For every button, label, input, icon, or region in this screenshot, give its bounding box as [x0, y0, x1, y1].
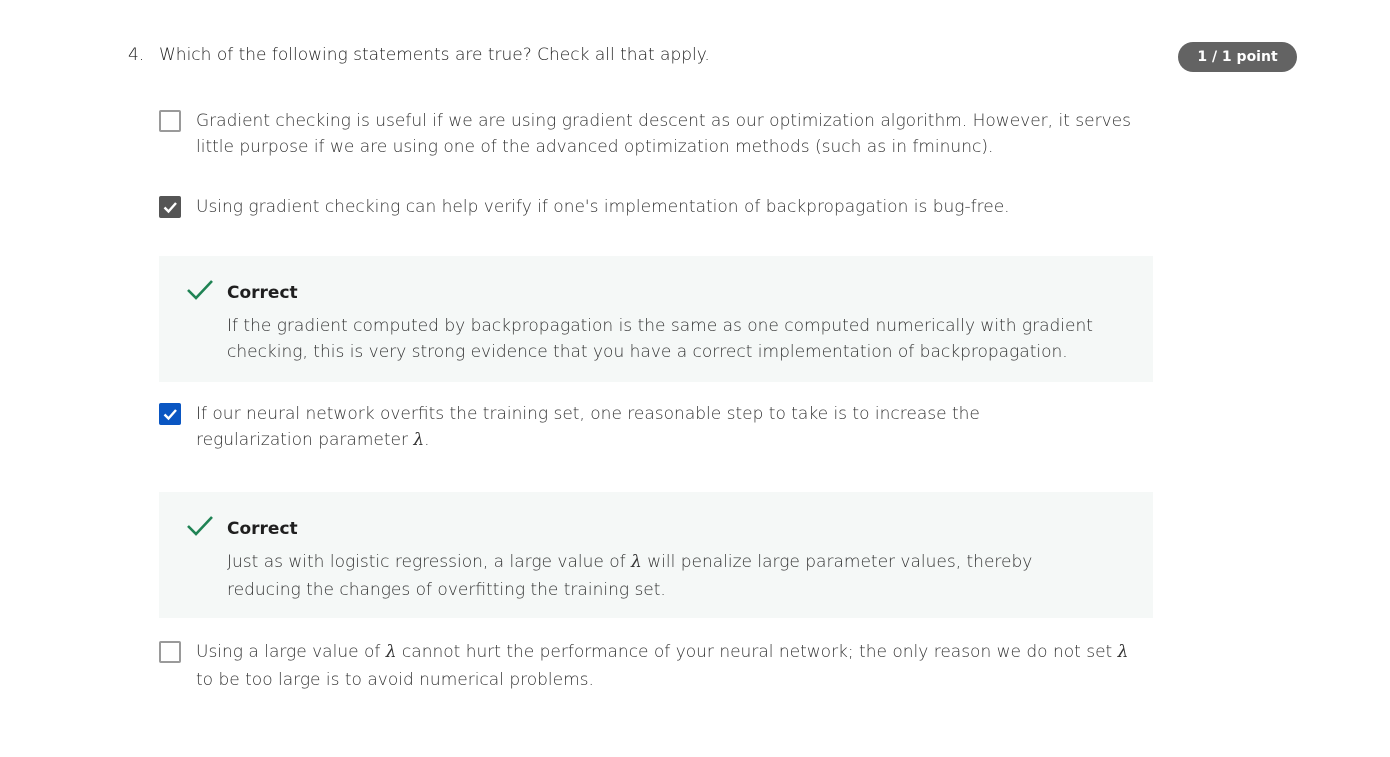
- question-number: 4.: [128, 45, 145, 65]
- check-icon: [163, 202, 177, 214]
- question-header: 4. Which of the following statements are…: [128, 43, 710, 67]
- option-2-text: Using gradient checking can help verify …: [196, 197, 1010, 217]
- correct-check-icon: [187, 280, 213, 300]
- option-1-checkbox[interactable]: [159, 110, 181, 132]
- feedback-title: Correct: [227, 519, 298, 539]
- option-4-text-c: to be too large is to avoid numerical pr…: [196, 670, 594, 690]
- lambda-symbol: λ: [413, 430, 425, 450]
- feedback-text: If the gradient computed by backpropagat…: [227, 316, 1093, 362]
- option-2[interactable]: Using gradient checking can help verify …: [159, 194, 1146, 220]
- option-4[interactable]: Using a large value of λ cannot hurt the…: [159, 639, 1146, 694]
- option-4-text: Using a large value of λ cannot hurt the…: [196, 638, 1146, 694]
- lambda-symbol: λ: [385, 642, 397, 662]
- feedback-correct-2: Correct Just as with logistic regression…: [159, 492, 1153, 618]
- option-4-text-a: Using a large value of: [196, 642, 386, 662]
- correct-check-icon: [187, 516, 213, 536]
- feedback-correct-1: Correct If the gradient computed by back…: [159, 256, 1153, 382]
- option-3[interactable]: If our neural network overfits the train…: [159, 401, 1096, 453]
- feedback-text: Just as with logistic regression, a larg…: [227, 548, 1107, 604]
- score-badge: 1 / 1 point: [1178, 42, 1297, 72]
- check-icon: [163, 409, 177, 421]
- lambda-symbol: λ: [631, 552, 642, 572]
- option-1[interactable]: Gradient checking is useful if we are us…: [159, 108, 1146, 160]
- question-prompt: Which of the following statements are tr…: [159, 45, 710, 65]
- option-1-text: Gradient checking is useful if we are us…: [196, 111, 1131, 157]
- lambda-symbol: λ: [1117, 642, 1129, 662]
- option-3-checkbox[interactable]: [159, 403, 181, 425]
- option-3-text-main: If our neural network overfits the train…: [196, 404, 980, 450]
- option-2-checkbox[interactable]: [159, 196, 181, 218]
- option-4-checkbox[interactable]: [159, 641, 181, 663]
- option-3-text: If our neural network overfits the train…: [196, 401, 1096, 453]
- feedback-title: Correct: [227, 283, 298, 303]
- option-3-text-end: .: [424, 430, 430, 450]
- feedback-text-main: Just as with logistic regression, a larg…: [227, 552, 632, 572]
- option-4-text-b: cannot hurt the performance of your neur…: [396, 642, 1118, 662]
